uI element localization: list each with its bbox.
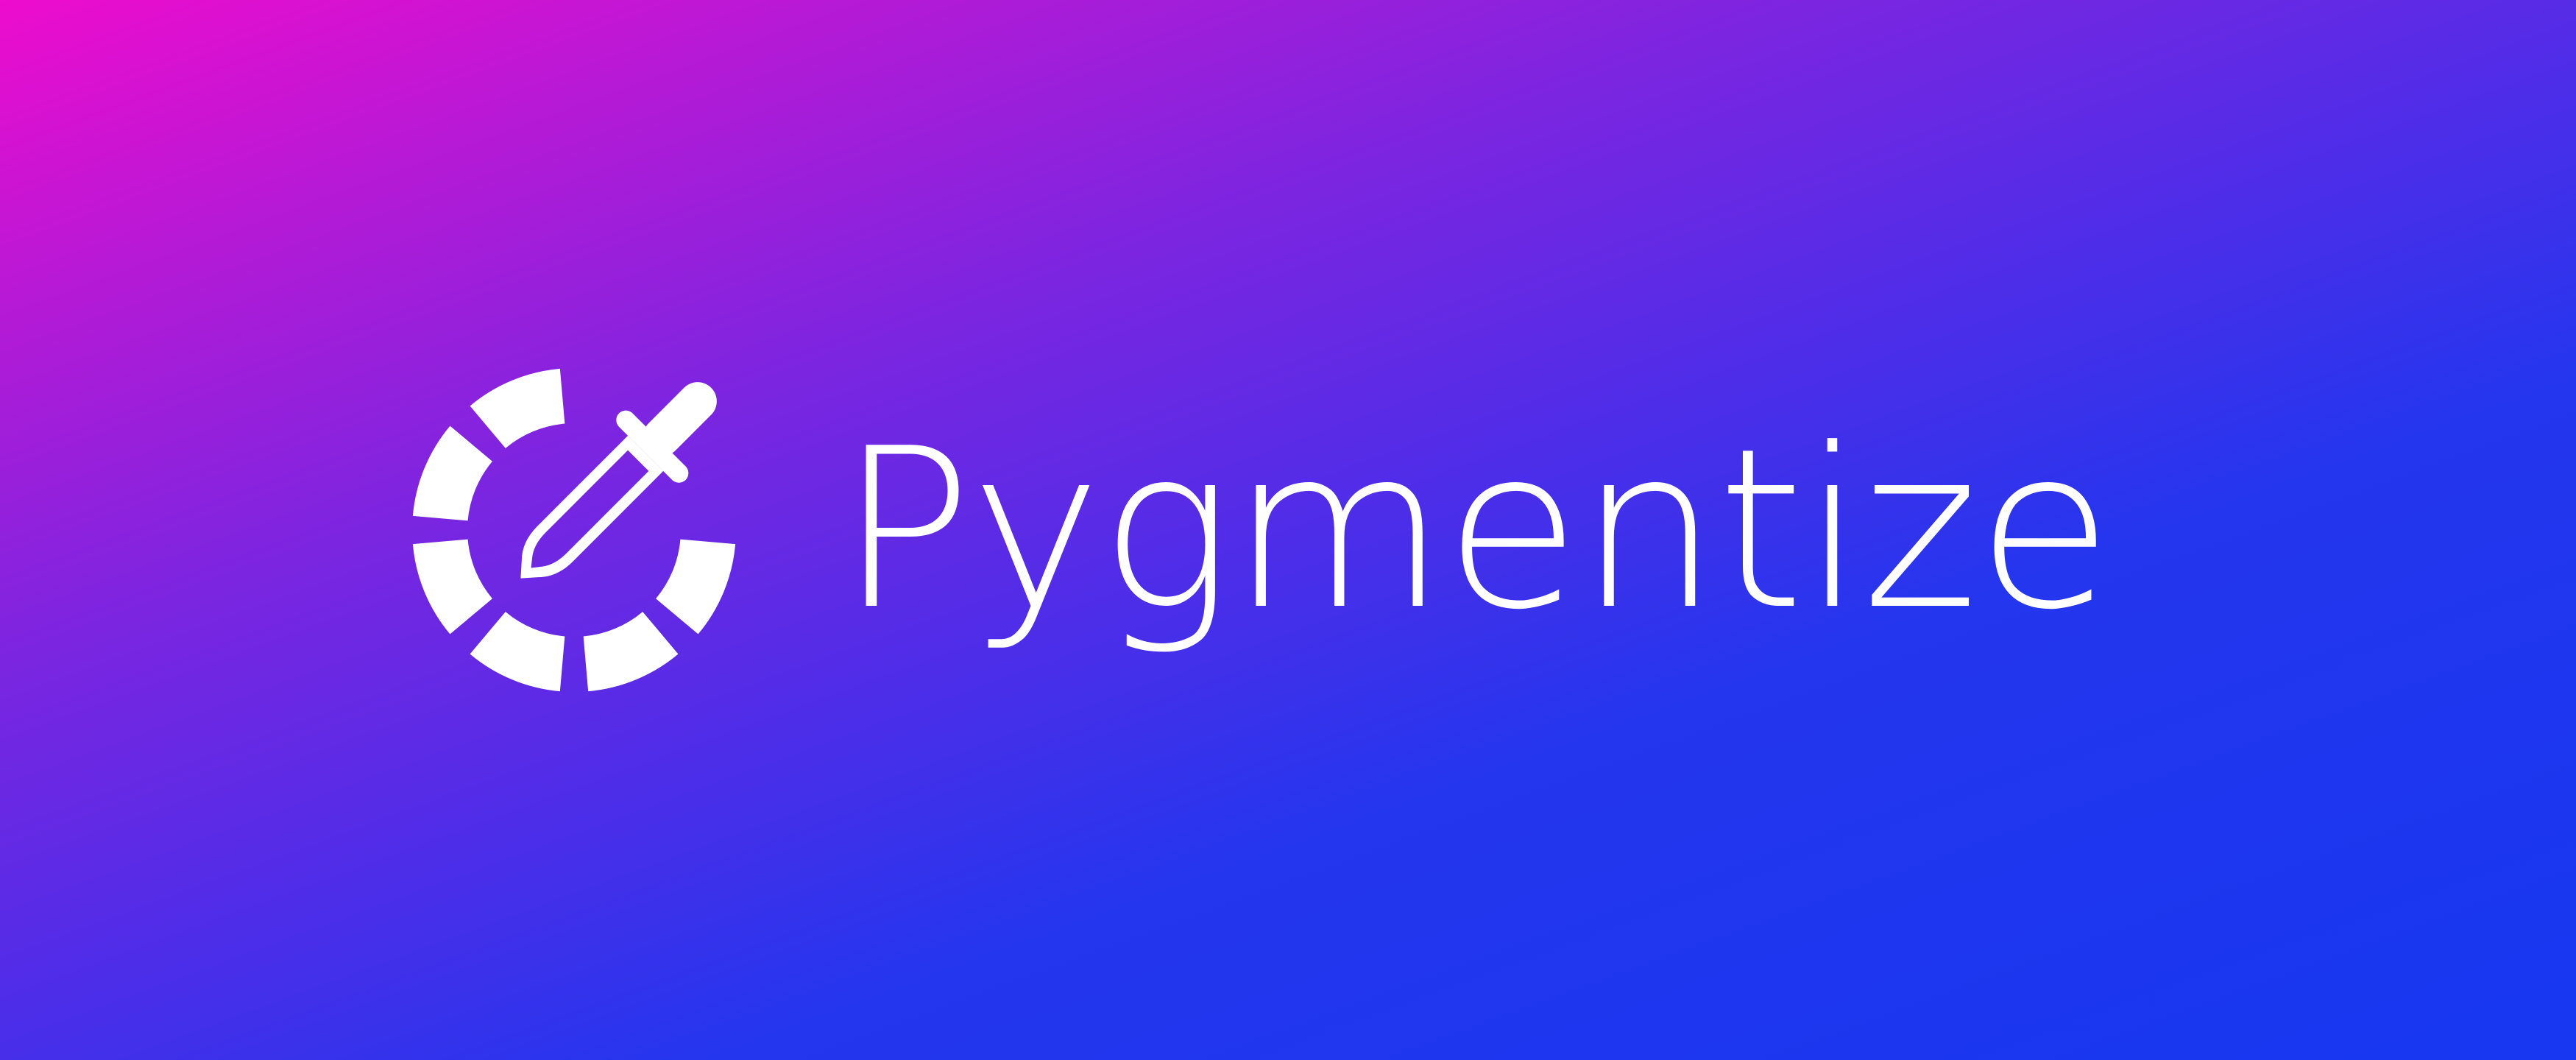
ring-segment-top-left (470, 368, 565, 448)
ring-segment-bottom-right (583, 612, 679, 692)
ring-segment-left-lower (412, 539, 492, 635)
eyedropper-target-icon (412, 368, 736, 692)
ring-segment-right-lower (656, 539, 736, 635)
ring-segment-bottom-left (470, 612, 565, 692)
brand-wordmark: Pygmentize (839, 401, 2112, 658)
ring-segment-left-upper (412, 425, 492, 521)
brand-banner: Pygmentize (0, 0, 2576, 1060)
